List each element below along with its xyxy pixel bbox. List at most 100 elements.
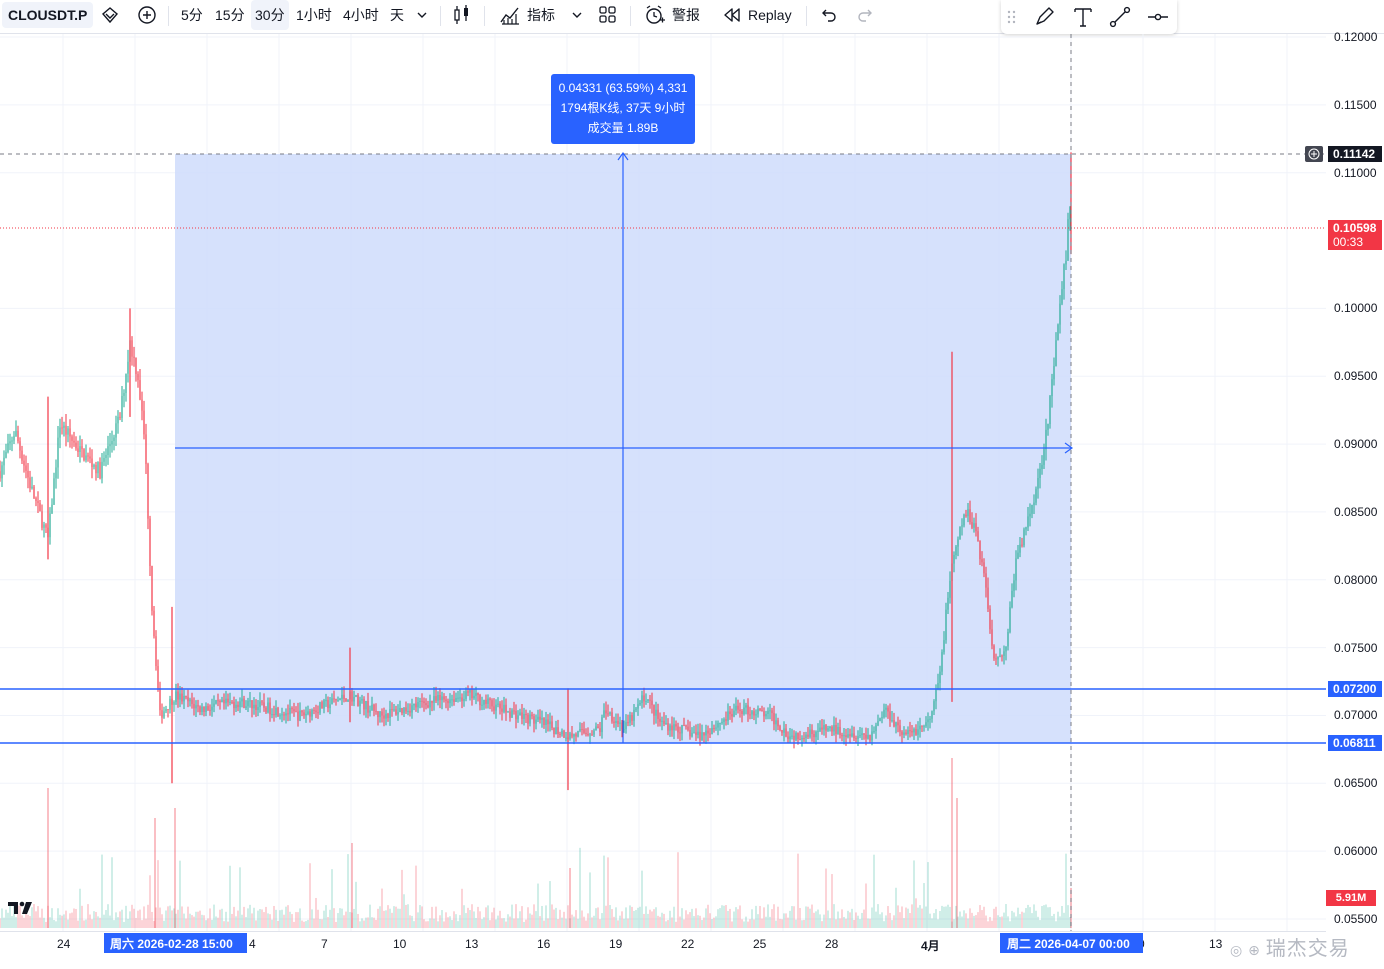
indicators-dropdown-icon[interactable] xyxy=(569,0,585,30)
volume-bar xyxy=(515,904,517,928)
volume-bar xyxy=(269,914,271,928)
volume-bar xyxy=(79,888,81,928)
volume-bar xyxy=(29,916,31,928)
price-tick: 0.11000 xyxy=(1334,165,1377,180)
candle-body xyxy=(89,456,91,459)
volume-bar xyxy=(377,908,379,928)
interval-1h[interactable]: 1小时 xyxy=(296,0,332,30)
candle-body xyxy=(851,733,853,737)
candle-body xyxy=(121,395,123,418)
candle-body xyxy=(805,734,807,739)
volume-bar xyxy=(429,918,431,928)
volume-bar xyxy=(321,919,323,928)
volume-bar xyxy=(209,908,211,928)
text-icon[interactable] xyxy=(1071,2,1095,32)
candle-body xyxy=(417,702,419,708)
candle-body xyxy=(113,437,115,441)
volume-bar xyxy=(811,904,813,928)
candle-body xyxy=(607,713,609,715)
replay-button[interactable]: Replay xyxy=(722,0,792,30)
candle-body xyxy=(217,700,219,702)
candle-body xyxy=(69,428,71,437)
interval-30m[interactable]: 30分 xyxy=(251,0,289,30)
volume-bar xyxy=(257,910,259,928)
volume-bar xyxy=(1019,914,1021,928)
interval-5m[interactable]: 5分 xyxy=(181,0,203,30)
candle-body xyxy=(909,730,911,732)
candle-body xyxy=(21,450,23,461)
volume-bar xyxy=(337,913,339,928)
symbol-search[interactable]: CLOUSDT.P xyxy=(2,2,94,28)
interval-4h[interactable]: 4小时 xyxy=(343,0,379,30)
volume-bar xyxy=(51,908,53,928)
volume-bar xyxy=(387,905,389,928)
interval-1d[interactable]: 天 xyxy=(390,0,404,30)
candle-body xyxy=(555,727,557,735)
volume-bar xyxy=(343,915,345,928)
alert-button[interactable]: 警报 xyxy=(644,0,700,30)
candle-body xyxy=(421,700,423,702)
interval-dropdown-icon[interactable] xyxy=(414,0,430,30)
candle-body xyxy=(329,704,331,709)
candle-body xyxy=(339,698,341,701)
drag-handle-icon[interactable] xyxy=(1006,2,1018,32)
candle-body xyxy=(5,451,7,458)
candle-body xyxy=(611,712,613,722)
price-chart[interactable] xyxy=(0,34,1326,931)
candle-body xyxy=(497,703,499,705)
volume-bar xyxy=(313,918,315,928)
volume-bar xyxy=(477,906,479,928)
candle-body xyxy=(737,705,739,710)
volume-bar xyxy=(1057,911,1059,928)
candle-body xyxy=(677,726,679,733)
volume-bar xyxy=(879,914,881,928)
time-tick: 28 xyxy=(825,937,839,951)
volume-bar xyxy=(627,918,629,928)
undo-icon[interactable] xyxy=(818,0,838,30)
volume-bar xyxy=(1067,905,1069,928)
volume-bar xyxy=(541,905,543,928)
candle-style-icon[interactable] xyxy=(452,0,472,30)
candle-body xyxy=(899,725,901,732)
redo-icon[interactable] xyxy=(856,0,876,30)
volume-bar xyxy=(589,872,591,928)
horizontal-ray-icon[interactable] xyxy=(1146,2,1170,32)
trend-line-icon[interactable] xyxy=(1108,2,1132,32)
volume-bar xyxy=(839,918,841,928)
replay-label: Replay xyxy=(748,7,792,23)
interval-15m[interactable]: 15分 xyxy=(215,0,245,30)
candle-body xyxy=(19,441,21,451)
volume-bar xyxy=(375,919,377,928)
candle-body xyxy=(1065,260,1067,265)
favorite-icon[interactable] xyxy=(100,0,120,30)
candle-body xyxy=(313,709,315,711)
candle-body xyxy=(671,725,673,731)
volume-bar xyxy=(909,913,911,928)
candle-body xyxy=(447,700,449,704)
compare-add-icon[interactable] xyxy=(136,0,158,30)
layout-grid-icon[interactable] xyxy=(598,0,618,30)
candle-body xyxy=(359,700,361,707)
add-alert-plus-icon[interactable] xyxy=(1305,146,1323,162)
candle-body xyxy=(461,697,463,702)
candle-body xyxy=(1051,379,1053,397)
volume-bar xyxy=(817,909,819,928)
volume-bar xyxy=(767,904,769,928)
volume-bar xyxy=(457,921,459,928)
candle-body xyxy=(1035,488,1037,503)
volume-bar xyxy=(431,906,433,928)
candle-body xyxy=(27,470,29,478)
volume-bar xyxy=(561,917,563,928)
candle-body xyxy=(411,705,413,713)
volume-bar xyxy=(981,910,983,928)
candle-body xyxy=(147,464,149,519)
brush-icon[interactable] xyxy=(1032,2,1056,32)
volume-bar xyxy=(183,913,185,928)
volume-bar xyxy=(527,907,529,928)
volume-bar xyxy=(753,919,755,928)
volume-bar xyxy=(865,883,867,928)
candle-body xyxy=(989,608,991,630)
candle-body xyxy=(35,498,37,502)
candle-body xyxy=(799,739,801,741)
indicators-button[interactable]: 指标 xyxy=(499,0,555,30)
